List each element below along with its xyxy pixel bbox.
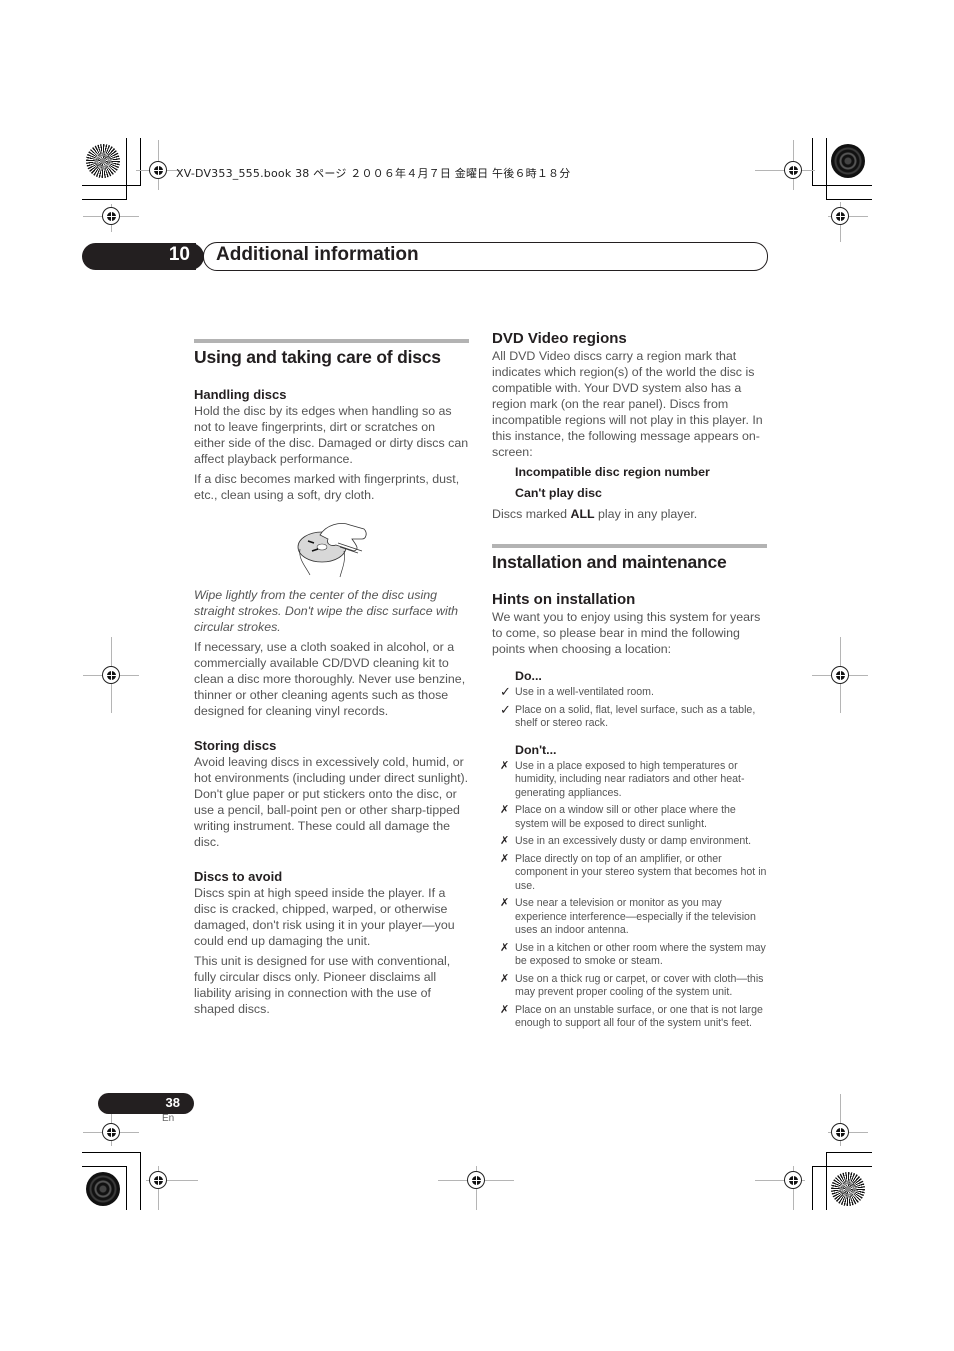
cross-icon: ✗ <box>500 1003 510 1016</box>
left-column: Using and taking care of discs Handling … <box>194 339 469 1021</box>
dont-heading: Don't... <box>515 742 557 757</box>
section-rule <box>492 544 767 548</box>
note-text: play in any player. <box>594 507 698 521</box>
do-list-item: ✓ Place on a solid, flat, level surface, … <box>492 701 767 731</box>
item-text: Place on a solid, flat, level surface, s… <box>515 703 756 730</box>
illustration-caption: Wipe lightly from the center of the disc… <box>194 588 459 634</box>
paragraph: If a disc becomes marked with fingerprin… <box>194 472 460 502</box>
cross-icon: ✗ <box>500 852 510 865</box>
paragraph: If necessary, use a cloth soaked in alco… <box>194 640 466 718</box>
dont-list-item: ✗ Use on a thick rug or carpet, or cover … <box>492 973 767 1000</box>
dont-list-item: ✗ Use in an excessively dusty or damp env… <box>492 835 767 849</box>
subheading-storing-discs: Storing discs <box>194 738 277 753</box>
dont-list-item: ✗ Use near a television or monitor as you… <box>492 897 767 938</box>
crop-line <box>826 1152 827 1210</box>
item-text: Use on a thick rug or carpet, or cover w… <box>515 972 764 999</box>
crop-line <box>82 1166 127 1167</box>
dont-list-item: ✗ Place directly on top of an amplifier, … <box>492 853 767 894</box>
cross-icon: ✗ <box>500 897 510 909</box>
do-heading: Do... <box>515 669 542 683</box>
crop-line <box>826 199 872 200</box>
crop-line <box>140 138 141 186</box>
crop-line <box>140 1152 141 1210</box>
subheading-handling-discs: Handling discs <box>194 387 287 402</box>
crop-line <box>126 1166 127 1210</box>
item-text: Use in a well-ventilated room. <box>515 686 654 698</box>
crop-line <box>812 138 813 186</box>
checkmark-icon: ✓ <box>500 684 511 699</box>
crop-line <box>812 185 872 186</box>
cross-icon: ✗ <box>500 804 510 816</box>
section-title-disc-care: Using and taking care of discs <box>194 347 441 367</box>
item-text: Place on a window sill or other place wh… <box>515 804 736 830</box>
item-text: Place directly on top of an amplifier, o… <box>515 852 767 892</box>
item-text: Use in a place exposed to high temperatu… <box>515 759 745 799</box>
paragraph: All DVD Video discs carry a region mark … <box>492 349 763 459</box>
item-text: Use in an excessively dusty or damp envi… <box>515 835 752 847</box>
crop-line <box>826 1152 872 1153</box>
note-text: Discs marked <box>492 507 571 521</box>
cross-icon: ✗ <box>500 972 510 985</box>
crop-line <box>82 199 127 200</box>
paragraph: Avoid leaving discs in excessively cold,… <box>194 755 469 849</box>
onscreen-message: Incompatible disc region number <box>515 465 710 479</box>
paragraph: We want you to enjoy using this system f… <box>492 610 761 656</box>
item-text: Use in a kitchen or other room where the… <box>515 941 766 968</box>
chapter-title: Additional information <box>216 244 419 265</box>
subheading-discs-to-avoid: Discs to avoid <box>194 869 283 884</box>
crop-line <box>82 1152 141 1153</box>
item-text: Use near a television or monitor as you … <box>515 897 756 936</box>
paragraph: Hold the disc by its edges when handling… <box>194 404 469 466</box>
cross-icon: ✗ <box>500 941 510 954</box>
onscreen-message: Can't play disc <box>515 486 602 500</box>
crop-line <box>812 1166 813 1210</box>
subheading-dvd-video-regions: DVD Video regions <box>492 330 627 347</box>
paragraph: This unit is designed for use with conve… <box>194 954 451 1016</box>
dont-list-item: ✗ Place on an unstable surface, or one th… <box>492 1004 767 1031</box>
do-list-item: ✓ Use in a well-ventilated room. <box>492 684 767 700</box>
crop-line <box>812 1166 872 1167</box>
cross-icon: ✗ <box>500 759 510 772</box>
file-header: XV-DV353_555.book 38 ページ ２００６年４月７日 金曜日 午… <box>176 167 571 180</box>
item-text: Place on an unstable surface, or one tha… <box>515 1003 763 1030</box>
print-disc-mark-top-right <box>831 144 865 178</box>
dont-list-item: ✗ Use in a place exposed to high temperat… <box>492 760 767 801</box>
page-number: 38 <box>165 1095 180 1110</box>
note-bold-all: ALL <box>570 507 595 521</box>
dont-list-item: ✗ Use in a kitchen or other room where th… <box>492 942 767 969</box>
crop-line <box>82 185 141 186</box>
section-title-installation: Installation and maintenance <box>492 552 727 572</box>
chapter-number: 10 <box>168 244 190 265</box>
disc-cleaning-illustration <box>297 523 367 578</box>
print-disc-mark-bottom-left <box>86 1172 120 1206</box>
crop-line <box>126 138 127 200</box>
print-starburst-mark-bottom-right <box>831 1172 865 1206</box>
paragraph: Discs spin at high speed inside the play… <box>194 886 455 948</box>
section-rule <box>194 339 469 343</box>
all-region-note: Discs marked ALL play in any player. <box>492 506 767 522</box>
print-starburst-mark-top-left <box>86 144 120 178</box>
dont-list-item: ✗ Place on a window sill or other place w… <box>492 804 767 831</box>
checkmark-icon: ✓ <box>500 701 511 717</box>
cross-icon: ✗ <box>500 835 510 847</box>
subheading-hints-on-installation: Hints on installation <box>492 591 636 608</box>
crop-line <box>826 138 827 200</box>
right-column: DVD Video regions All DVD Video discs ca… <box>492 330 767 1035</box>
page-language: En <box>162 1113 175 1124</box>
